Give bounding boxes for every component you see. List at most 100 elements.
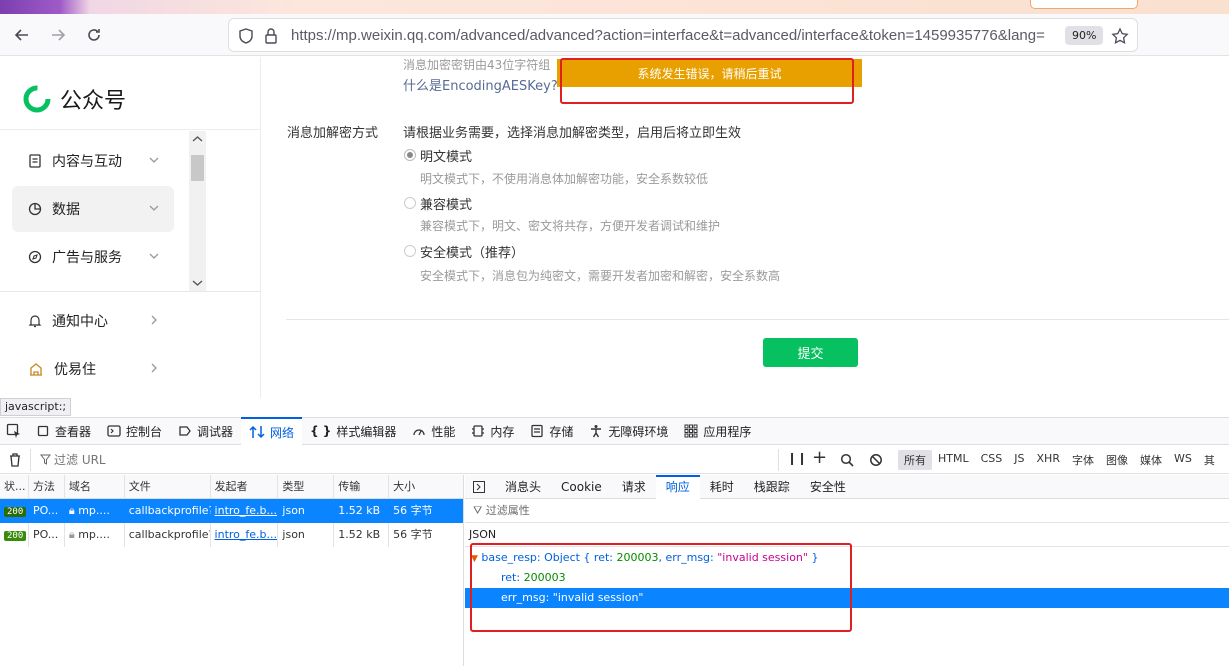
url-text[interactable]: https://mp.weixin.qq.com/advanced/advanc… xyxy=(291,27,1061,44)
tab-debugger[interactable]: 调试器 xyxy=(170,417,241,445)
option-title[interactable]: 兼容模式 xyxy=(420,194,472,213)
forward-button[interactable] xyxy=(45,22,71,48)
tab-application[interactable]: 应用程序 xyxy=(676,417,759,445)
radio-secure[interactable] xyxy=(404,245,416,257)
bookmark-star-icon[interactable] xyxy=(1111,27,1129,45)
option-description: 兼容模式下，明文、密文将共存，方便开发者调试和维护 xyxy=(420,219,721,233)
tab-storage[interactable]: 存储 xyxy=(522,417,581,445)
network-arrows-icon xyxy=(249,425,265,439)
column-header[interactable]: 状... xyxy=(0,475,29,499)
tab-label: 性能 xyxy=(431,424,456,439)
type-filter-fonts[interactable]: 字体 xyxy=(1066,450,1100,470)
column-header[interactable]: 类型 xyxy=(278,475,335,499)
initiator-link[interactable]: intro_fe.b... xyxy=(215,504,277,517)
aes-key-link[interactable]: 什么是EncodingAESKey? xyxy=(403,75,558,94)
tab-headers[interactable]: 消息头 xyxy=(495,475,551,499)
block-icon[interactable] xyxy=(869,453,883,467)
chevron-down-icon xyxy=(149,205,159,211)
address-bar[interactable]: https://mp.weixin.qq.com/advanced/advanc… xyxy=(228,18,1138,52)
trash-icon[interactable] xyxy=(8,452,22,468)
pause-icon[interactable]: ❙❙ xyxy=(787,451,807,465)
network-filter-bar: ❙❙ + 所有 HTML CSS JS XHR 字体 图像 媒体 WS 其 xyxy=(0,446,1229,474)
initiator-link[interactable]: intro_fe.b... xyxy=(215,528,277,541)
tab-label: 样式编辑器 xyxy=(336,424,397,439)
column-header[interactable]: 文件 xyxy=(125,475,211,499)
tab-memory[interactable]: 内存 xyxy=(463,417,522,445)
column-header[interactable]: 大小 xyxy=(389,475,463,499)
table-row[interactable]: 200 PO... 🔒︎ mp.... callbackprofile? int… xyxy=(0,499,463,523)
radio-plaintext[interactable] xyxy=(404,149,416,161)
type-filter-images[interactable]: 图像 xyxy=(1100,450,1134,470)
shield-icon[interactable] xyxy=(237,27,255,45)
tab-console[interactable]: 控制台 xyxy=(99,417,170,445)
tab-accessibility[interactable]: 无障碍环境 xyxy=(581,417,676,445)
url-filter-input[interactable] xyxy=(54,450,754,470)
tab-cookies[interactable]: Cookie xyxy=(551,475,612,499)
plus-icon[interactable]: + xyxy=(812,447,827,468)
column-header[interactable]: 传输 xyxy=(334,475,390,499)
logo-text: 公众号 xyxy=(60,89,127,114)
sidebar-item-data[interactable]: 数据 xyxy=(12,186,174,232)
gauge-icon xyxy=(413,429,425,436)
search-icon[interactable] xyxy=(840,453,854,467)
braces-icon: { } xyxy=(310,424,332,438)
tab-label: 内存 xyxy=(490,424,515,439)
radio-compatible[interactable] xyxy=(404,197,416,209)
tab-label: 控制台 xyxy=(126,424,163,439)
type-filter-js[interactable]: JS xyxy=(1008,450,1030,470)
panel-toggle-icon[interactable] xyxy=(473,480,485,493)
option-title[interactable]: 明文模式 xyxy=(420,146,472,165)
reload-button[interactable] xyxy=(81,22,107,48)
type-filter-css[interactable]: CSS xyxy=(975,450,1009,470)
tab-timings[interactable]: 耗时 xyxy=(700,475,744,499)
column-header[interactable]: 域名 xyxy=(65,475,125,499)
sidebar-item-label: 通知中心 xyxy=(52,314,108,330)
tab-style-editor[interactable]: { } 样式编辑器 xyxy=(302,417,404,445)
submit-button[interactable]: 提交 xyxy=(763,338,858,367)
table-row[interactable]: 200 PO... 🔒︎ mp.... callbackprofile? int… xyxy=(0,523,463,547)
zoom-level[interactable]: 90% xyxy=(1065,26,1104,45)
sidebar-item-notifications[interactable]: 通知中心 xyxy=(12,298,174,344)
type-filter-media[interactable]: 媒体 xyxy=(1134,450,1168,470)
type-filter-other[interactable]: 其 xyxy=(1198,450,1221,470)
element-picker-button[interactable] xyxy=(0,417,28,445)
sidebar-item-youyizhu[interactable]: 优易住 xyxy=(12,346,174,392)
reload-icon xyxy=(88,29,100,41)
tab-stack-trace[interactable]: 栈跟踪 xyxy=(744,475,800,499)
type-filter-xhr[interactable]: XHR xyxy=(1031,450,1066,470)
column-header[interactable]: 方法 xyxy=(29,475,65,499)
tab-label: 查看器 xyxy=(55,424,92,439)
tab-response[interactable]: 响应 xyxy=(655,474,700,499)
tab-request[interactable]: 请求 xyxy=(612,475,656,499)
tab-label: 无障碍环境 xyxy=(608,424,669,439)
type-filter-ws[interactable]: WS xyxy=(1168,450,1198,470)
scrollbar-thumb[interactable] xyxy=(191,155,204,181)
tab-network[interactable]: 网络 xyxy=(241,417,303,445)
compass-icon xyxy=(28,250,42,264)
sidebar-item-label: 广告与服务 xyxy=(52,250,122,266)
type-filter-html[interactable]: HTML xyxy=(932,450,975,470)
browser-tab[interactable] xyxy=(1030,0,1138,9)
tab-inspector[interactable]: 查看器 xyxy=(28,417,99,445)
column-header[interactable]: 发起者 xyxy=(211,475,279,499)
option-title[interactable]: 安全模式（推荐） xyxy=(420,242,524,261)
accessibility-icon xyxy=(591,425,602,438)
sidebar-scrollbar[interactable] xyxy=(189,131,206,291)
chevron-right-icon xyxy=(151,363,157,373)
sidebar-item-ads[interactable]: 广告与服务 xyxy=(12,234,174,280)
tab-performance[interactable]: 性能 xyxy=(404,417,463,445)
browser-navbar: https://mp.weixin.qq.com/advanced/advanc… xyxy=(0,14,1229,56)
sidebar-item-content[interactable]: 内容与互动 xyxy=(12,138,174,184)
lock-icon: 🔒︎ xyxy=(68,528,75,541)
back-button[interactable] xyxy=(9,22,35,48)
highlight-box-json xyxy=(470,543,852,632)
lock-icon[interactable] xyxy=(263,27,279,45)
property-filter-label: 过滤属性 xyxy=(485,504,530,517)
property-filter[interactable]: ⛛ 过滤属性 xyxy=(465,499,1229,523)
filter-funnel-icon xyxy=(40,454,51,465)
type-filter-all[interactable]: 所有 xyxy=(898,450,932,470)
scroll-up-icon[interactable] xyxy=(192,135,203,143)
logo[interactable]: 公众号 xyxy=(22,83,126,115)
tab-security[interactable]: 安全性 xyxy=(800,475,856,499)
scroll-down-icon[interactable] xyxy=(192,279,203,287)
